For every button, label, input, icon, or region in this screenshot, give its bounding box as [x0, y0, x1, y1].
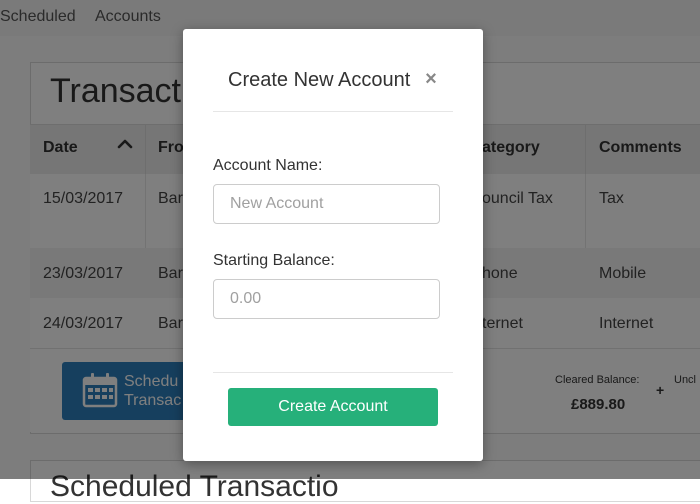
modal-title: Create New Account — [228, 69, 411, 91]
modal-divider — [213, 372, 453, 373]
starting-balance-input[interactable] — [213, 279, 440, 319]
close-icon[interactable]: × — [423, 69, 439, 89]
starting-balance-label: Starting Balance: — [213, 252, 335, 269]
create-account-modal: Create New Account × Account Name: Start… — [183, 29, 483, 461]
create-account-button[interactable]: Create Account — [228, 388, 438, 426]
account-name-label: Account Name: — [213, 157, 323, 174]
account-name-input[interactable] — [213, 184, 440, 224]
modal-divider — [213, 111, 453, 112]
